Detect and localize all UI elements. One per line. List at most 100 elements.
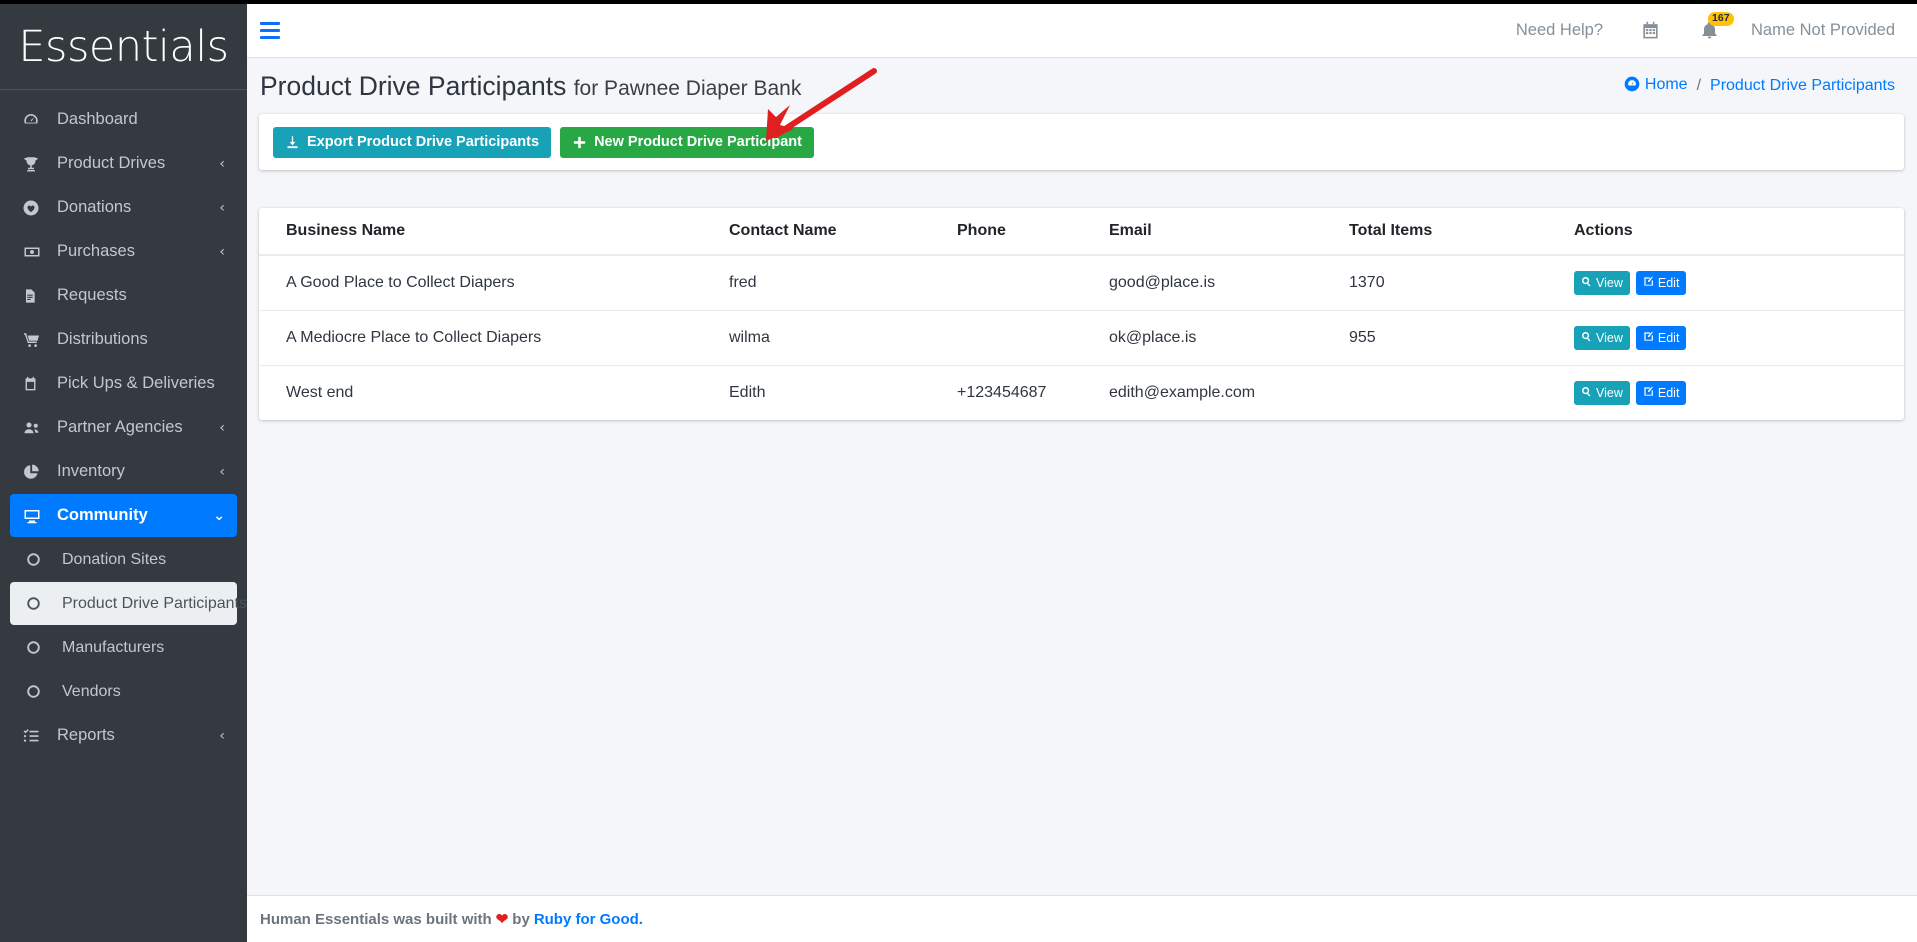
cell-total-items: 1370 (1349, 274, 1385, 291)
sidebar-nav: Dashboard Product Drives ‹ Donations ‹ Purcha… (0, 90, 247, 757)
notification-badge: 167 (1708, 12, 1734, 26)
pencil-square-icon (1643, 386, 1658, 400)
edit-button-label: Edit (1657, 276, 1680, 290)
sidebar-item-reports[interactable]: Reports ‹ (10, 714, 237, 757)
need-help-link[interactable]: Need Help? (1498, 21, 1621, 40)
row-action-group: View Edit (1574, 326, 1904, 350)
pencil-square-icon (1643, 276, 1658, 290)
cell-contact-name: fred (729, 274, 757, 291)
sidebar-item-purchases[interactable]: Purchases ‹ (10, 230, 237, 273)
sidebar-item-community[interactable]: Community ⌄ (10, 494, 237, 537)
edit-button[interactable]: Edit (1635, 381, 1687, 405)
download-icon (287, 135, 298, 148)
circle-icon (26, 640, 53, 655)
participants-table: Business Name Contact Name Phone Email T… (259, 208, 1904, 420)
bell-icon[interactable]: 167 (1680, 4, 1739, 57)
sidebar-item-label: Inventory (57, 462, 125, 480)
footer-text-before: Human Essentials was built with (260, 910, 492, 928)
view-button[interactable]: View (1574, 271, 1630, 295)
view-button-label: View (1596, 331, 1623, 345)
sidebar-item-label: Manufacturers (62, 638, 165, 656)
sidebar-item-donation-sites[interactable]: Donation Sites (10, 538, 237, 581)
sidebar-item-partner-agencies[interactable]: Partner Agencies ‹ (10, 406, 237, 449)
page-title-suffix: for Pawnee Diaper Bank (573, 76, 802, 100)
document-icon (22, 287, 48, 305)
export-button-label: Export Product Drive Participants (307, 134, 540, 150)
chevron-left-icon: ‹ (219, 243, 225, 260)
breadcrumb-current[interactable]: Product Drive Participants (1710, 77, 1895, 95)
sidebar-item-vendors[interactable]: Vendors (10, 670, 237, 713)
page-title-main: Product Drive Participants (260, 70, 567, 101)
edit-button[interactable]: Edit (1635, 271, 1687, 295)
cell-actions: View Edit (1574, 255, 1904, 311)
table-row: West end Edith +123454687 edith@example.com… (259, 365, 1904, 420)
sidebar-item-label: Pick Ups & Deliveries (57, 374, 215, 392)
calendar-icon[interactable] (1621, 4, 1680, 57)
page-title-bar: Product Drive Participants for Pawnee Di… (247, 58, 1917, 114)
chevron-left-icon: ‹ (219, 419, 225, 436)
top-header: Need Help? 167 Name Not Provided (247, 4, 1917, 58)
user-name-label[interactable]: Name Not Provided (1739, 21, 1917, 40)
checklist-icon (22, 727, 48, 745)
chevron-left-icon: ‹ (219, 199, 225, 216)
sidebar-item-label: Requests (57, 286, 127, 304)
cell-business-name: A Mediocre Place to Collect Diapers (259, 310, 729, 366)
heart-icon: ❤ (495, 911, 509, 928)
circle-icon (26, 684, 53, 699)
edit-button[interactable]: Edit (1635, 326, 1687, 350)
sidebar-item-donations[interactable]: Donations ‹ (10, 186, 237, 229)
view-button[interactable]: View (1574, 381, 1630, 405)
sidebar-item-product-drives[interactable]: Product Drives ‹ (10, 142, 237, 185)
table-body: A Good Place to Collect Diapers fred good@… (259, 255, 1904, 420)
breadcrumb-home-label: Home (1644, 75, 1688, 93)
export-product-drive-participants-button[interactable]: Export Product Drive Participants (273, 126, 552, 158)
edit-button-label: Edit (1657, 331, 1680, 345)
sidebar-item-label: Purchases (57, 242, 135, 260)
breadcrumb: Home / Product Drive Participants (1624, 76, 1895, 97)
search-icon (1581, 276, 1596, 290)
sidebar-item-manufacturers[interactable]: Manufacturers (10, 626, 237, 669)
column-header-total-items[interactable]: Total Items (1349, 208, 1574, 256)
search-icon (1581, 331, 1596, 345)
table-head: Business Name Contact Name Phone Email T… (259, 208, 1904, 256)
breadcrumb-separator: / (1696, 77, 1702, 94)
table-row: A Mediocre Place to Collect Diapers wilma… (259, 310, 1904, 366)
cell-email: edith@example.com (1109, 365, 1349, 420)
cell-business-name: A Good Place to Collect Diapers (286, 274, 515, 291)
table-header-row: Business Name Contact Name Phone Email T… (259, 208, 1904, 256)
brand-text: Essentials (18, 21, 229, 72)
view-button[interactable]: View (1574, 326, 1630, 350)
ruby-for-good-link[interactable]: Ruby for Good. (534, 911, 643, 928)
footer-text-middle: by (512, 910, 530, 928)
cell-phone (957, 255, 1109, 311)
cell-email: ok@place.is (1109, 310, 1349, 366)
sidebar-item-pick-ups-deliveries[interactable]: Pick Ups & Deliveries (10, 362, 237, 405)
circle-icon (26, 596, 53, 611)
column-header-phone[interactable]: Phone (957, 208, 1109, 256)
cell-total-items (1349, 365, 1574, 420)
new-product-drive-participant-button[interactable]: New Product Drive Participant (560, 126, 814, 158)
sidebar-item-requests[interactable]: Requests (10, 274, 237, 317)
cell-contact-name: Edith (729, 365, 957, 420)
sidebar-item-inventory[interactable]: Inventory ‹ (10, 450, 237, 493)
cell-actions: View Edit (1574, 365, 1904, 420)
desktop-icon (22, 507, 48, 525)
sidebar: Essentials Dashboard Product Drives ‹ Donat… (0, 4, 247, 942)
chevron-left-icon: ‹ (219, 463, 225, 480)
sidebar-item-label: Reports (57, 726, 115, 744)
brand-logo[interactable]: Essentials (0, 4, 247, 90)
view-button-label: View (1596, 276, 1623, 290)
dashboard-icon (1624, 76, 1640, 97)
column-header-email[interactable]: Email (1109, 208, 1349, 256)
breadcrumb-home-link[interactable]: Home (1624, 76, 1688, 97)
column-header-contact-name[interactable]: Contact Name (729, 208, 957, 256)
sidebar-item-label: Product Drives (57, 154, 166, 172)
column-header-business-name[interactable]: Business Name (259, 208, 729, 256)
cell-contact-name: wilma (729, 310, 957, 366)
sidebar-item-label: Donations (57, 198, 132, 216)
hamburger-icon[interactable] (260, 18, 286, 44)
cell-business-name: West end (259, 365, 729, 420)
sidebar-item-dashboard[interactable]: Dashboard (10, 98, 237, 141)
sidebar-item-product-drive-participants[interactable]: Product Drive Participants (10, 582, 247, 625)
sidebar-item-distributions[interactable]: Distributions (10, 318, 237, 361)
